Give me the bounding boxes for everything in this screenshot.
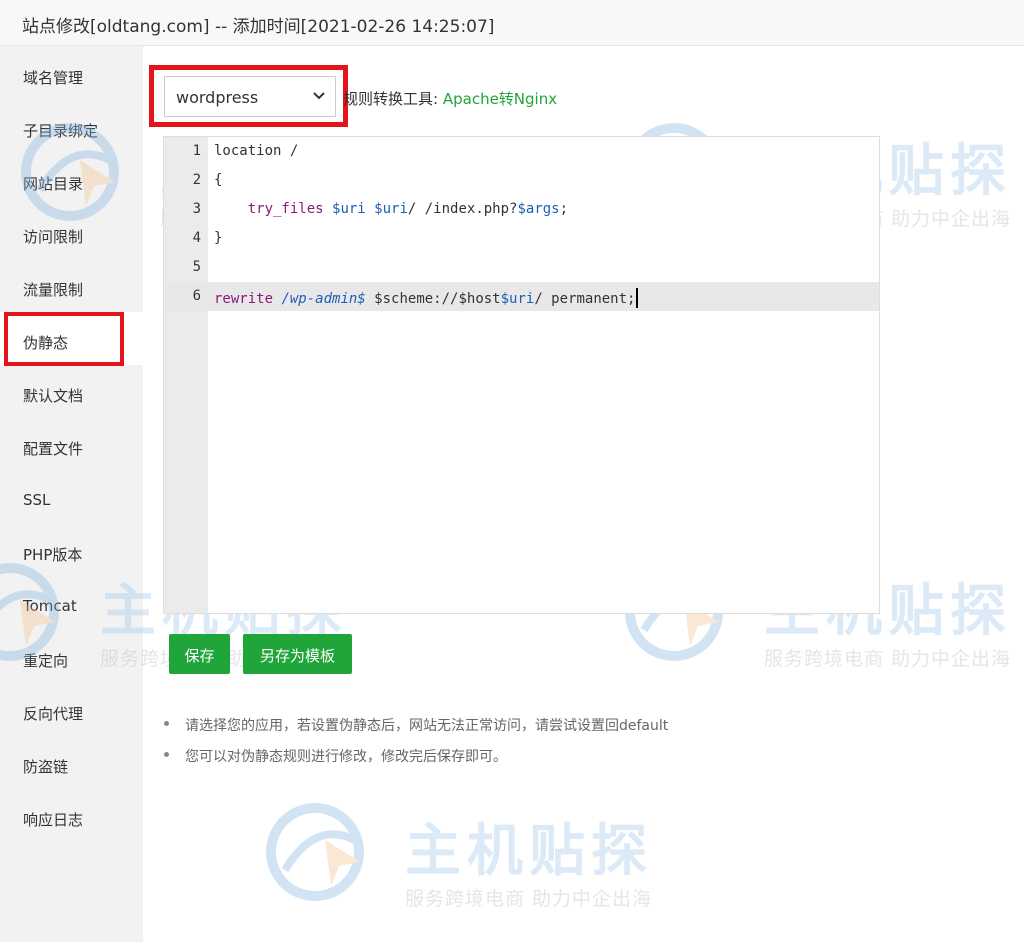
code-text: { [214, 172, 223, 188]
sidebar-item-label: 配置文件 [23, 440, 84, 458]
bullet-icon [164, 752, 169, 757]
sidebar-item-hotlink[interactable]: 防盗链 [0, 738, 143, 791]
sidebar-item-domain[interactable]: 域名管理 [0, 49, 143, 102]
save-button-label: 保存 [184, 647, 215, 665]
code-editor[interactable]: 1 location / 2 { 3 try_files $uri $uri/ … [163, 136, 880, 614]
sidebar-item-redirect[interactable]: 重定向 [0, 632, 143, 685]
line-number: 4 [192, 230, 201, 246]
sidebar-item-php-version[interactable]: PHP版本 [0, 526, 143, 579]
apache-to-nginx-link[interactable]: Apache转Nginx [443, 90, 557, 108]
rule-tool-label: 规则转换工具: [343, 90, 439, 108]
sidebar-item-label: Tomcat [23, 597, 77, 615]
code-text: } [214, 230, 223, 246]
save-as-template-label: 另存为模板 [259, 647, 335, 665]
sidebar-item-label: 重定向 [23, 652, 69, 670]
line-number: 5 [192, 259, 201, 275]
sidebar-item-label: 域名管理 [23, 69, 84, 87]
sidebar-item-tomcat[interactable]: Tomcat [0, 579, 143, 632]
sidebar-item-label: 子目录绑定 [23, 122, 99, 140]
tip-text: 您可以对伪静态规则进行修改，修改完后保存即可。 [185, 749, 507, 765]
sidebar-item-default-doc[interactable]: 默认文档 [0, 367, 143, 420]
sidebar-item-label: 网站目录 [23, 175, 84, 193]
line-number: 2 [192, 172, 201, 188]
sidebar-item-label: 响应日志 [23, 811, 84, 829]
code-text: location / [214, 143, 299, 159]
sidebar-item-reverse-proxy[interactable]: 反向代理 [0, 685, 143, 738]
line-number: 6 [192, 288, 201, 304]
sidebar-item-traffic-limit[interactable]: 流量限制 [0, 261, 143, 314]
sidebar-item-response-log[interactable]: 响应日志 [0, 791, 143, 844]
save-button[interactable]: 保存 [169, 634, 230, 674]
tip-text: 请选择您的应用，若设置伪静态后，网站无法正常访问，请尝试设置回default [185, 718, 669, 734]
sidebar-item-config-file[interactable]: 配置文件 [0, 420, 143, 473]
sidebar-item-rewrite[interactable]: 伪静态 [0, 312, 143, 366]
sidebar: 域名管理 子目录绑定 网站目录 访问限制 流量限制 伪静态 默认文档 配置文件 … [0, 46, 143, 942]
sidebar-item-label: 流量限制 [23, 281, 84, 299]
code-text: try_files $uri $uri/ /index.php?$args; [247, 201, 569, 217]
bullet-icon [164, 721, 169, 726]
rewrite-template-select[interactable]: wordpress [164, 76, 336, 117]
sidebar-item-subdir[interactable]: 子目录绑定 [0, 102, 143, 155]
text-cursor [636, 288, 639, 308]
code-line: 5 [164, 253, 879, 282]
sidebar-item-label: 反向代理 [23, 705, 84, 723]
code-line: 4 } [164, 224, 879, 253]
sidebar-item-label: 防盗链 [23, 758, 69, 776]
sidebar-item-access-limit[interactable]: 访问限制 [0, 208, 143, 261]
title-bar: 站点修改[oldtang.com] -- 添加时间[2021-02-26 14:… [0, 0, 1024, 46]
window-title: 站点修改[oldtang.com] -- 添加时间[2021-02-26 14:… [22, 17, 495, 37]
line-number: 1 [192, 143, 201, 159]
code-text: rewrite /wp-admin$ $scheme://$host$uri/ … [214, 288, 639, 308]
sidebar-item-label: 默认文档 [23, 387, 84, 405]
selected-template: wordpress [176, 88, 259, 107]
code-line: 1 location / [164, 137, 879, 166]
save-as-template-button[interactable]: 另存为模板 [243, 634, 352, 674]
sidebar-item-label: 访问限制 [23, 228, 84, 246]
sidebar-item-label: PHP版本 [23, 546, 83, 564]
highlight-box [4, 312, 124, 366]
chevron-down-icon [313, 92, 325, 100]
code-line: 3 try_files $uri $uri/ /index.php?$args; [164, 195, 879, 224]
sidebar-item-site-dir[interactable]: 网站目录 [0, 155, 143, 208]
code-line: 2 { [164, 166, 879, 195]
rule-tool: 规则转换工具: Apache转Nginx [343, 88, 557, 109]
line-number: 3 [192, 201, 201, 217]
sidebar-item-label: SSL [23, 491, 51, 509]
code-line-active: 6 rewrite /wp-admin$ $scheme://$host$uri… [164, 282, 879, 311]
sidebar-item-ssl[interactable]: SSL [0, 473, 143, 526]
